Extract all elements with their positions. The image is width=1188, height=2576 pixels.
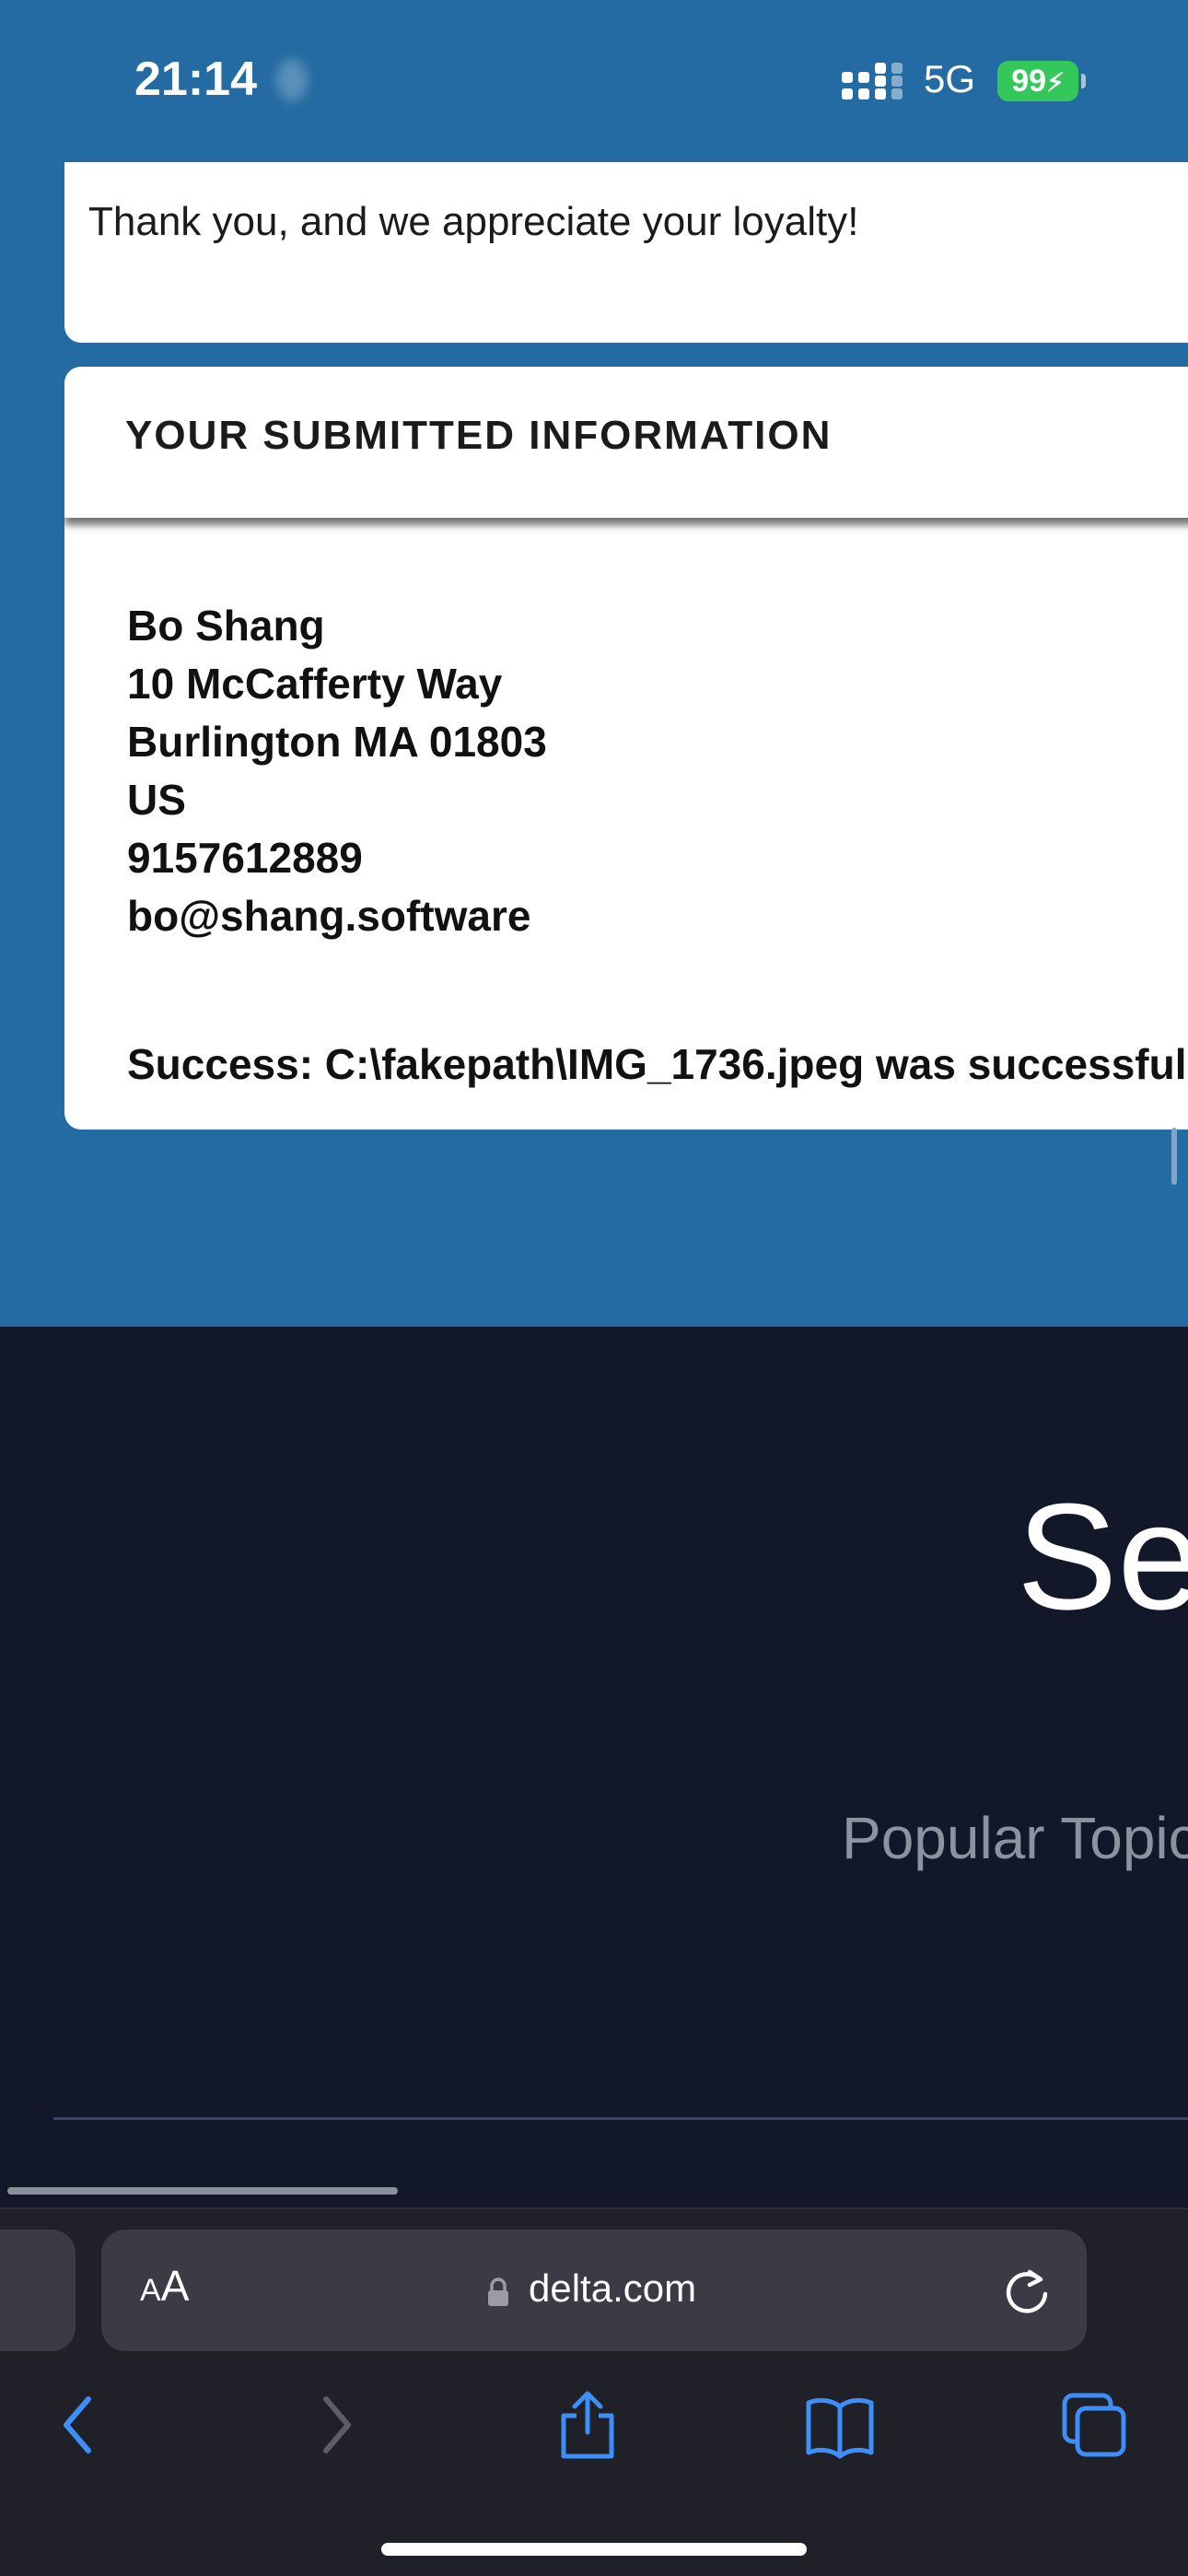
section-title: YOUR SUBMITTED INFORMATION xyxy=(125,413,833,458)
info-phone: 9157612889 xyxy=(127,834,363,882)
tabs-icon[interactable] xyxy=(1057,2390,1131,2460)
footer-divider xyxy=(53,2117,1188,2120)
forward-icon[interactable] xyxy=(300,2390,374,2460)
text-size-small-glyph: A xyxy=(140,2273,161,2308)
lock-icon xyxy=(488,2277,508,2306)
share-icon[interactable] xyxy=(551,2390,624,2460)
network-type-label: 5G xyxy=(924,57,976,100)
url-text[interactable]: delta.com xyxy=(529,2266,696,2311)
info-street: 10 McCafferty Way xyxy=(127,660,503,708)
thanks-message: Thank you, and we appreciate your loyalt… xyxy=(88,199,859,244)
info-country: US xyxy=(127,776,186,824)
horizontal-scrollbar[interactable] xyxy=(7,2187,398,2195)
info-city-state-zip: Burlington MA 01803 xyxy=(127,718,547,766)
status-blurred-indicator xyxy=(276,59,308,101)
battery-indicator: 99⚡︎ xyxy=(997,61,1078,101)
footer-heading: Se xyxy=(1017,1472,1188,1641)
vertical-scroll-indicator xyxy=(1171,1128,1177,1185)
home-indicator[interactable] xyxy=(381,2543,807,2556)
submitted-info-card: YOUR SUBMITTED INFORMATION Bo Shang 10 M… xyxy=(64,367,1188,1130)
status-time: 21:14 xyxy=(134,53,257,106)
battery-cap xyxy=(1081,74,1086,88)
text-size-big-glyph: A xyxy=(160,2262,190,2310)
back-icon[interactable] xyxy=(42,2390,116,2460)
info-email: bo@shang.software xyxy=(127,892,531,940)
charging-bolt-icon: ⚡︎ xyxy=(1046,68,1065,97)
previous-tab-preview[interactable] xyxy=(0,2230,76,2351)
reload-icon[interactable] xyxy=(1002,2265,1052,2316)
thanks-card xyxy=(64,162,1188,343)
footer-section xyxy=(0,1327,1188,2207)
text-size-button[interactable]: AA xyxy=(140,2261,189,2311)
battery-percent: 99 xyxy=(1011,64,1047,99)
info-name: Bo Shang xyxy=(127,602,325,650)
cellular-signal-icon xyxy=(842,63,903,100)
popular-topics-label: Popular Topics xyxy=(842,1805,1188,1871)
browser-toolbar-divider xyxy=(0,2207,1188,2209)
upload-success-message: Success: C:\fakepath\IMG_1736.jpeg was s… xyxy=(127,1040,1188,1088)
submitted-info-header: YOUR SUBMITTED INFORMATION xyxy=(64,367,1188,518)
bookmarks-icon[interactable] xyxy=(803,2390,877,2460)
